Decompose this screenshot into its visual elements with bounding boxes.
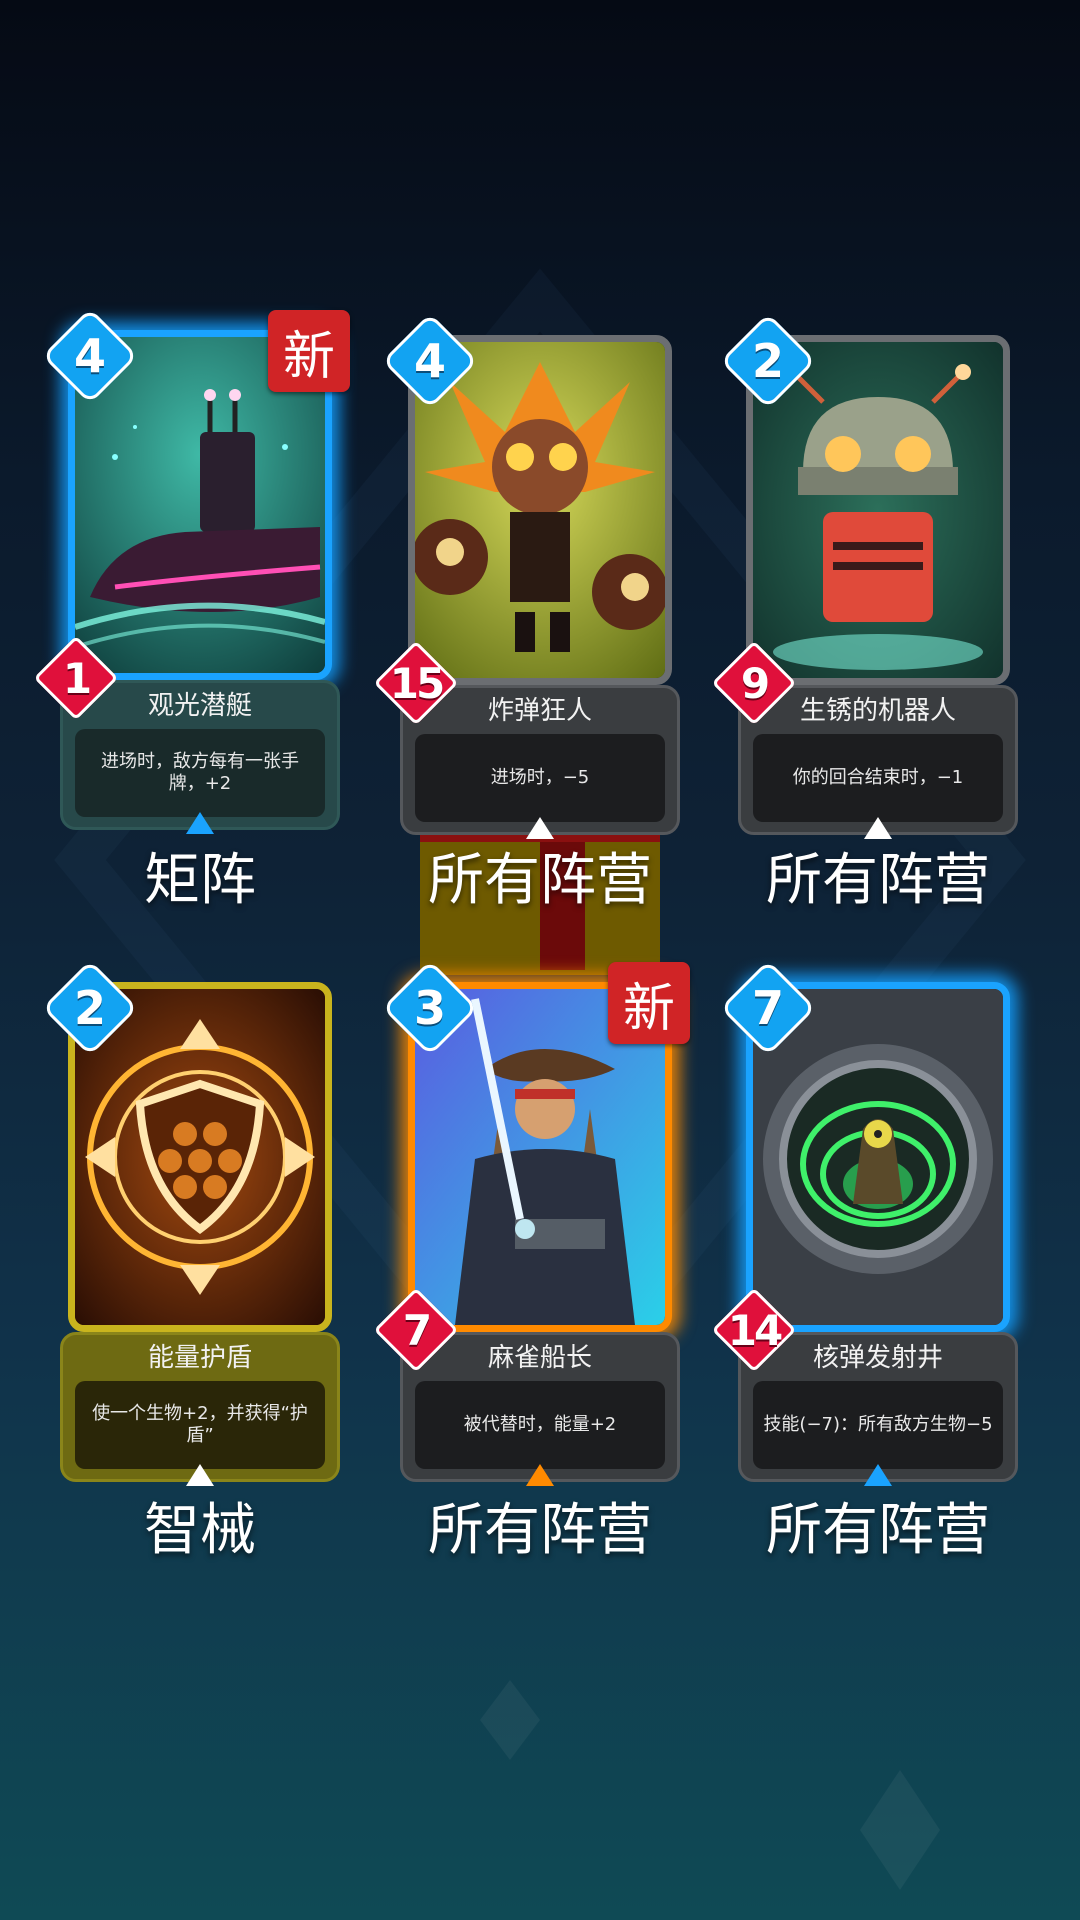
faction-label: 所有阵营 — [766, 848, 990, 913]
faction-pointer-icon — [186, 812, 214, 834]
card-name: 能量护盾 — [147, 1343, 252, 1373]
cost-value: 7 — [751, 981, 784, 1035]
faction-pointer-icon — [526, 1464, 554, 1486]
faction-label: 所有阵营 — [428, 848, 652, 913]
cost-value: 4 — [413, 334, 446, 388]
faction-label: 智械 — [144, 1498, 256, 1563]
cost-value: 4 — [73, 329, 106, 383]
faction-label: 所有阵营 — [428, 1498, 652, 1563]
card-description: 进场时，−5 — [415, 734, 665, 822]
faction-label: 矩阵 — [144, 848, 256, 913]
cost-value: 2 — [751, 334, 784, 388]
card-description: 被代替时，能量+2 — [415, 1381, 665, 1469]
card-description: 使一个生物+2，并获得“护盾” — [75, 1381, 325, 1469]
card-energy-shield[interactable]: 能量护盾 使一个生物+2，并获得“护盾” 2 — [41, 959, 350, 1486]
cost-value: 3 — [413, 981, 446, 1035]
card-captain-sparrow[interactable]: 麻雀船长 被代替时，能量+2 3 7 新 — [373, 959, 690, 1486]
card-sightseeing-submarine[interactable]: 观光潜艇 进场时，敌方每有一张手牌，+2 4 1 新 — [33, 307, 350, 834]
new-tag: 新 — [268, 310, 350, 392]
power-value: 7 — [402, 1305, 432, 1355]
card-description: 进场时，敌方每有一张手牌，+2 — [75, 729, 325, 817]
new-tag: 新 — [608, 962, 690, 1044]
power-value: 14 — [727, 1305, 783, 1355]
faction-label: 所有阵营 — [766, 1498, 990, 1563]
card-description: 技能(−7)：所有敌方生物−5 — [753, 1381, 1003, 1469]
card-bomb-maniac[interactable]: 炸弹狂人 进场时，−5 4 15 — [373, 312, 690, 839]
card-description: 你的回合结束时，−1 — [753, 734, 1003, 822]
power-value: 1 — [62, 653, 92, 703]
faction-pointer-icon — [186, 1464, 214, 1486]
power-value: 9 — [740, 658, 770, 708]
card-nameplate: 能量护盾 使一个生物+2，并获得“护盾” — [60, 1332, 340, 1482]
card-rusty-robot[interactable]: 生锈的机器人 你的回合结束时，−1 2 9 — [711, 312, 1028, 839]
power-value: 15 — [389, 658, 445, 708]
card-nuclear-silo[interactable]: 核弹发射井 技能(−7)：所有敌方生物−5 7 14 — [711, 959, 1028, 1486]
cost-value: 2 — [73, 981, 106, 1035]
faction-pointer-icon — [864, 1464, 892, 1486]
